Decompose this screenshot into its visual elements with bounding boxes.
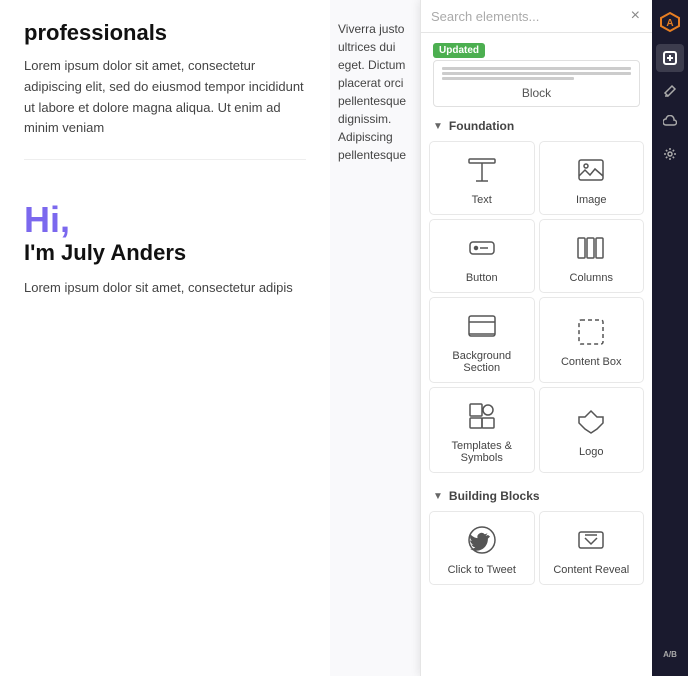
content-reveal-label: Content Reveal [553,564,629,576]
content-box-icon [573,314,609,350]
element-image[interactable]: Image [539,141,645,215]
hi-text: Hi, [24,200,306,240]
bottom-body: Lorem ipsum dolor sit amet, consectetur … [24,278,306,299]
templates-symbols-label: Templates & Symbols [436,440,528,464]
updated-badge: Updated [433,43,485,58]
element-logo[interactable]: Logo [539,387,645,473]
building-blocks-section-header: ▼ Building Blocks [421,481,652,507]
foundation-grid: Text Image [421,137,652,481]
image-icon [573,152,609,188]
templates-symbols-icon [464,398,500,434]
elements-panel: × Updated Block ▼ Fo [420,0,652,676]
block-line-1 [442,67,631,70]
block-line-3 [442,77,574,80]
element-button[interactable]: Button [429,219,535,293]
right-toolbar: A A/B [652,0,688,676]
top-heading: professionals [24,20,306,46]
settings-button[interactable] [656,140,684,168]
edit-button[interactable] [656,76,684,104]
logo-label: Logo [579,446,603,458]
bottom-section: Hi, I'm July Anders Lorem ipsum dolor si… [24,200,306,298]
panel-scroll-area: Updated Block ▼ Foundation [421,33,652,676]
button-label: Button [466,272,498,284]
building-blocks-arrow-icon: ▼ [433,491,443,502]
content-box-label: Content Box [561,356,622,368]
text-icon [464,152,500,188]
background-section-icon [464,308,500,344]
text-label: Text [472,194,492,206]
updated-block-preview[interactable]: Block [433,60,640,107]
building-blocks-grid: Click to Tweet Content Reveal [421,507,652,593]
top-section: professionals Lorem ipsum dolor sit amet… [24,20,306,139]
element-text[interactable]: Text [429,141,535,215]
button-icon [464,230,500,266]
add-element-button[interactable] [656,44,684,72]
columns-label: Columns [570,272,613,284]
foundation-label: Foundation [449,119,514,133]
content-area: professionals Lorem ipsum dolor sit amet… [0,0,330,676]
columns-icon [573,230,609,266]
panel-search-bar: × [421,0,652,33]
cloud-button[interactable] [656,108,684,136]
element-content-box[interactable]: Content Box [539,297,645,383]
foundation-arrow-icon: ▼ [433,121,443,132]
click-to-tweet-icon [464,522,500,558]
background-section-label: Background Section [436,350,528,374]
close-button[interactable]: × [629,8,642,24]
building-blocks-label: Building Blocks [449,489,540,503]
ab-test-button[interactable]: A/B [656,640,684,668]
element-columns[interactable]: Columns [539,219,645,293]
updated-block-label: Block [522,86,551,100]
foundation-section-header: ▼ Foundation [421,111,652,137]
svg-text:A: A [666,18,673,29]
name-text: I'm July Anders [24,240,306,266]
content-reveal-icon [573,522,609,558]
element-click-to-tweet[interactable]: Click to Tweet [429,511,535,585]
right-text-area: Viverra justo ultrices dui eget. Dictum … [330,0,420,676]
block-lines-icon [442,67,631,80]
element-content-reveal[interactable]: Content Reveal [539,511,645,585]
element-templates-symbols[interactable]: Templates & Symbols [429,387,535,473]
block-line-2 [442,72,631,75]
top-body: Lorem ipsum dolor sit amet, consectetur … [24,56,306,139]
updated-block-section: Updated Block [421,33,652,111]
app-logo: A [656,8,684,36]
image-label: Image [576,194,607,206]
element-background-section[interactable]: Background Section [429,297,535,383]
search-input[interactable] [431,9,623,24]
logo-icon [573,404,609,440]
click-to-tweet-label: Click to Tweet [448,564,516,576]
right-text: Viverra justo ultrices dui eget. Dictum … [338,20,412,164]
